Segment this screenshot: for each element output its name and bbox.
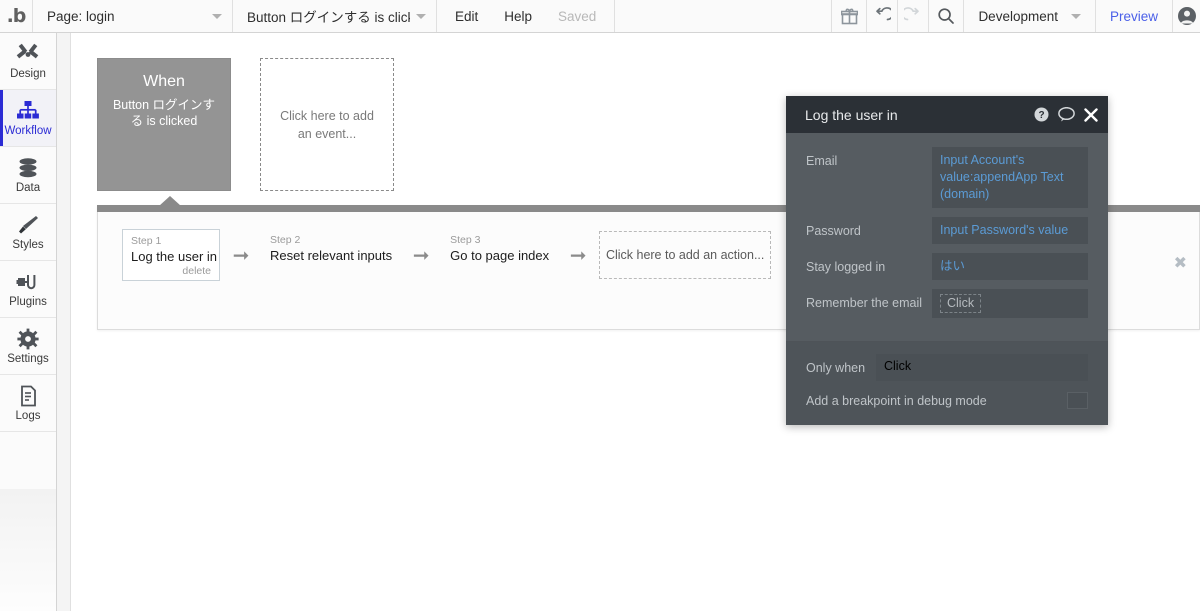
page-selector-label: Page: login xyxy=(47,8,115,24)
sidebar-item-data[interactable]: Data xyxy=(0,147,56,204)
add-action-placeholder[interactable]: Click here to add an action... xyxy=(599,231,772,279)
step-card-2[interactable]: Step 2 Reset relevant inputs xyxy=(262,229,400,281)
menu-item-help[interactable]: Help xyxy=(504,9,532,24)
sidebar-item-label: Settings xyxy=(7,352,49,365)
properties-panel-footer: Only when Click Add a breakpoint in debu… xyxy=(786,342,1108,425)
step-name: Reset relevant inputs xyxy=(270,248,393,263)
step-name: Go to page index xyxy=(450,248,550,263)
sidebar-item-label: Plugins xyxy=(9,295,47,308)
paintbrush-icon xyxy=(16,214,40,236)
user-avatar-icon[interactable] xyxy=(1172,0,1200,32)
remember-email-field[interactable]: Click xyxy=(932,289,1088,318)
stay-logged-in-field[interactable]: はい xyxy=(932,253,1088,280)
top-toolbar: .b Page: login Button ログインする is clicked … xyxy=(0,0,1200,33)
add-event-placeholder[interactable]: Click here to add an event... xyxy=(260,58,394,191)
property-row-email: Email Input Account's value:appendApp Te… xyxy=(806,147,1088,208)
breakpoint-checkbox[interactable] xyxy=(1067,392,1088,409)
undo-icon[interactable] xyxy=(866,0,897,32)
right-arrow-icon: ➞ xyxy=(232,243,250,267)
properties-header-icons: ? xyxy=(1034,107,1098,122)
sidebar-item-logs[interactable]: Logs xyxy=(0,375,56,432)
action-properties-panel: Log the user in ? Email Input Account's … xyxy=(786,96,1108,425)
preview-button[interactable]: Preview xyxy=(1094,0,1172,32)
sidebar-item-label: Logs xyxy=(15,409,41,422)
step-number: Step 2 xyxy=(270,234,301,246)
click-placeholder: Click xyxy=(940,294,982,313)
chevron-down-icon xyxy=(416,13,426,19)
sidebar-item-label: Styles xyxy=(12,238,44,251)
close-icon[interactable] xyxy=(1084,107,1098,122)
only-when-field[interactable]: Click xyxy=(876,354,1088,381)
property-label: Password xyxy=(806,224,861,238)
sidebar-item-label: Design xyxy=(10,67,46,80)
sidebar-item-plugins[interactable]: Plugins xyxy=(0,261,56,318)
database-icon xyxy=(16,157,40,179)
sidebar-item-design[interactable]: Design xyxy=(0,33,56,90)
gift-icon[interactable] xyxy=(831,0,866,32)
property-row-breakpoint: Add a breakpoint in debug mode xyxy=(806,392,1088,409)
bubble-logo[interactable]: .b xyxy=(0,0,33,32)
save-status-label: Saved xyxy=(558,8,597,24)
property-row-password: Password Input Password's value xyxy=(806,217,1088,244)
environment-selector[interactable]: Development xyxy=(963,0,1095,32)
breakpoint-label: Add a breakpoint in debug mode xyxy=(806,393,987,408)
event-card-when[interactable]: When Button ログインする is clicked xyxy=(97,58,231,191)
search-icon[interactable] xyxy=(928,0,963,32)
gear-icon xyxy=(16,328,40,350)
chevron-down-icon xyxy=(212,13,222,19)
svg-text:?: ? xyxy=(1038,110,1044,121)
password-value-field[interactable]: Input Password's value xyxy=(932,217,1088,244)
step-number: Step 1 xyxy=(131,235,162,247)
property-row-stay-logged-in: Stay logged in はい xyxy=(806,253,1088,280)
event-card-subtitle: Button ログインする is clicked xyxy=(112,98,216,128)
sidebar-item-settings[interactable]: Settings xyxy=(0,318,56,375)
canvas-gutter xyxy=(57,33,71,611)
right-arrow-icon: ➞ xyxy=(569,243,587,267)
property-label: Email xyxy=(806,154,838,168)
right-arrow-icon: ➞ xyxy=(412,243,430,267)
click-placeholder: Click xyxy=(884,359,912,373)
plugins-icon xyxy=(16,271,40,293)
sidebar-item-label: Data xyxy=(15,181,41,194)
property-label: Stay logged in xyxy=(806,260,886,274)
properties-panel-title: Log the user in xyxy=(805,106,898,123)
page-selector[interactable]: Page: login xyxy=(33,0,233,32)
left-sidebar: Design Workflow Data Styles Plugins Sett… xyxy=(0,33,57,611)
properties-panel-header: Log the user in ? xyxy=(786,96,1108,133)
step-name: Log the user in xyxy=(131,249,218,264)
properties-panel-body: Email Input Account's value:appendApp Te… xyxy=(786,133,1108,337)
property-row-remember-email: Remember the email Click xyxy=(806,289,1088,318)
sidebar-item-workflow[interactable]: Workflow xyxy=(0,90,56,147)
chevron-down-icon xyxy=(1070,13,1081,19)
event-selector[interactable]: Button ログインする is clicked xyxy=(233,0,437,32)
menu-item-edit[interactable]: Edit xyxy=(455,9,478,24)
help-circle-icon[interactable]: ? xyxy=(1034,107,1049,122)
step-card-3[interactable]: Step 3 Go to page index xyxy=(442,229,557,281)
toolbar-menu: Edit Help Saved xyxy=(437,0,616,32)
close-icon[interactable]: ✖ xyxy=(1174,253,1187,272)
steps-row: Step 1 Log the user in delete ➞ Step 2 R… xyxy=(122,229,772,281)
sidebar-item-label: Workflow xyxy=(4,124,52,137)
document-icon xyxy=(16,385,40,407)
design-icon xyxy=(16,43,40,65)
event-card-title: When xyxy=(143,73,185,90)
environment-label: Development xyxy=(978,8,1058,24)
step-delete-link[interactable]: delete xyxy=(131,265,211,277)
workflow-icon xyxy=(16,100,40,122)
step-card-1[interactable]: Step 1 Log the user in delete xyxy=(122,229,220,281)
email-value-field[interactable]: Input Account's value:appendApp Text (do… xyxy=(932,147,1088,208)
comment-bubble-icon[interactable] xyxy=(1058,107,1075,122)
event-selector-label: Button ログインする is clicked xyxy=(247,10,410,25)
property-label: Only when xyxy=(806,360,866,375)
property-label: Remember the email xyxy=(806,296,923,310)
sidebar-item-styles[interactable]: Styles xyxy=(0,204,56,261)
sidebar-filler xyxy=(0,489,56,611)
step-number: Step 3 xyxy=(450,234,481,246)
property-row-only-when: Only when Click xyxy=(806,354,1088,381)
redo-icon xyxy=(897,0,928,32)
